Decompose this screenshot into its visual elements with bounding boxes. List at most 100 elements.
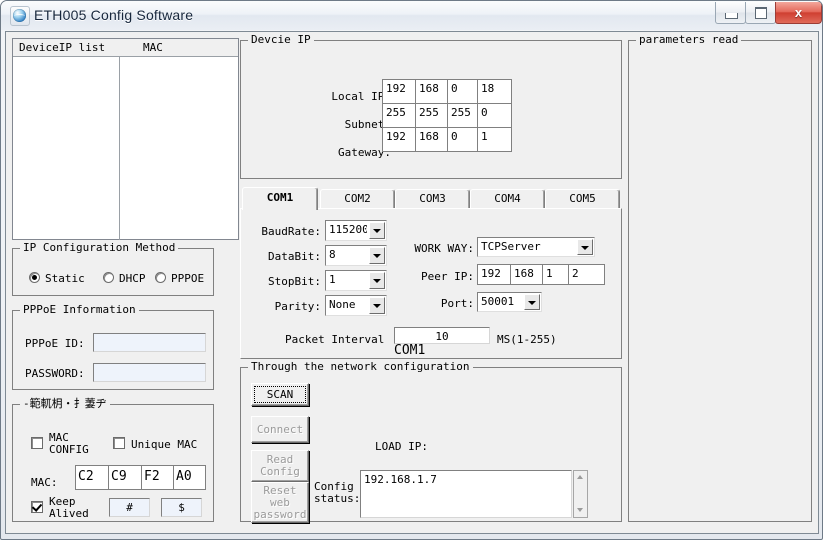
mac-octet-2[interactable]: C9 <box>109 466 141 489</box>
radio-dhcp-label: DHCP <box>119 272 146 285</box>
local-ip-label: Local IP: <box>331 90 391 103</box>
network-configuration-group: Through the network configuration SCAN C… <box>240 361 622 523</box>
chevron-down-icon[interactable] <box>577 239 593 255</box>
radio-dhcp[interactable] <box>103 272 114 283</box>
mac-octet-1[interactable]: C2 <box>76 466 108 489</box>
gateway-octet-3[interactable]: 0 <box>449 129 476 150</box>
subnet-octet-3[interactable]: 255 <box>449 105 476 126</box>
device-list-col-ip: DeviceIP list <box>19 41 106 54</box>
chevron-down-icon[interactable] <box>369 222 385 239</box>
active-com-caption: COM1 <box>394 343 426 358</box>
mac-settings-legend: -範軏枂・扌萋ヂ <box>20 398 110 410</box>
databit-select[interactable]: 8 <box>325 245 387 266</box>
device-ip-grid: 192 168 0 18 255 255 255 0 192 168 0 1 <box>382 79 512 152</box>
peer-ip-octet-4[interactable]: 2 <box>570 266 603 283</box>
ip-configuration-method-group: IP Configuration Method Static DHCP PPPO… <box>12 242 214 296</box>
checkbox-mac-config-label: MAC CONFIG <box>49 431 89 456</box>
work-way-select[interactable]: TCPServer <box>477 237 595 257</box>
reset-web-password-button[interactable]: Reset web password <box>251 482 309 523</box>
subnet-octet-2[interactable]: 255 <box>417 105 446 126</box>
pppoe-id-input[interactable] <box>93 333 206 352</box>
radio-static[interactable] <box>29 272 40 283</box>
device-list-col-mac: MAC <box>143 41 163 54</box>
pppoe-legend: PPPoE Information <box>20 304 139 316</box>
pppoe-password-label: PASSWORD: <box>25 367 85 380</box>
dollar-button[interactable]: $ <box>161 498 202 517</box>
chevron-down-icon[interactable] <box>369 247 385 264</box>
stopbit-select[interactable]: 1 <box>325 270 387 291</box>
hash-button[interactable]: # <box>109 498 150 517</box>
databit-label: DataBit: <box>268 250 321 263</box>
app-globe-icon <box>10 6 30 26</box>
local-ip-octet-3[interactable]: 0 <box>449 81 476 102</box>
network-configuration-legend: Through the network configuration <box>248 361 473 373</box>
parity-select[interactable]: None <box>325 295 387 316</box>
local-ip-octet-2[interactable]: 168 <box>417 81 446 102</box>
gateway-octet-1[interactable]: 192 <box>384 129 414 150</box>
scan-button[interactable]: SCAN <box>251 383 309 406</box>
com-tab-control: COM1 COM2 COM3 COM4 COM5 BaudRate: 11520… <box>240 187 622 359</box>
local-ip-octet-1[interactable]: 192 <box>384 81 414 102</box>
baudrate-select[interactable]: 115200 <box>325 220 387 241</box>
scroll-down-icon[interactable] <box>574 504 587 517</box>
mac-octet-grid: C2 C9 F2 A0 <box>75 465 206 490</box>
close-icon: x <box>794 5 803 20</box>
mac-octet-4[interactable]: A0 <box>174 466 205 489</box>
maximize-button[interactable] <box>745 2 776 24</box>
baudrate-value: 115200 <box>329 223 367 236</box>
mac-octet-3[interactable]: F2 <box>142 466 173 489</box>
checkbox-mac-config[interactable] <box>31 437 43 449</box>
scroll-up-icon[interactable] <box>574 471 587 484</box>
chevron-down-icon[interactable] <box>369 272 385 289</box>
peer-ip-octet-1[interactable]: 192 <box>479 266 509 283</box>
mac-settings-group: -範軏枂・扌萋ヂ MAC CONFIG Unique MAC MAC: C2 C… <box>12 398 214 522</box>
pppoe-password-input[interactable] <box>93 363 206 382</box>
minimize-button[interactable] <box>715 2 746 24</box>
device-list[interactable]: DeviceIP list MAC <box>12 38 239 240</box>
config-status-label: Config status: <box>314 480 361 505</box>
window-title: ETH005 Config Software <box>34 7 194 23</box>
connect-button[interactable]: Connect <box>251 416 309 443</box>
tab-com5[interactable]: COM5 <box>545 189 620 209</box>
peer-ip-octet-2[interactable]: 168 <box>512 266 541 283</box>
read-config-button[interactable]: Read Config <box>251 450 309 482</box>
radio-pppoe-label: PPPOE <box>171 272 205 285</box>
gateway-octet-2[interactable]: 168 <box>417 129 446 150</box>
checkbox-keep-alived[interactable] <box>31 501 43 513</box>
tab-com3[interactable]: COM3 <box>395 189 470 209</box>
tab-com1[interactable]: COM1 <box>242 187 318 210</box>
tab-com4[interactable]: COM4 <box>470 189 545 209</box>
checkbox-keep-alived-label: Keep Alived <box>49 495 89 520</box>
parameters-read-content[interactable] <box>630 53 810 520</box>
gateway-octet-4[interactable]: 1 <box>479 129 510 150</box>
title-bar: ETH005 Config Software x <box>1 1 822 30</box>
client-area: DeviceIP list MAC IP Configuration Metho… <box>5 31 819 534</box>
parameters-read-legend: parameters read <box>636 34 742 46</box>
chevron-down-icon[interactable] <box>369 297 385 314</box>
local-ip-octet-4[interactable]: 18 <box>479 81 510 102</box>
stopbit-value: 1 <box>329 273 336 286</box>
config-status-scrollbar[interactable] <box>573 470 588 518</box>
application-window: ETH005 Config Software x DeviceIP list M… <box>0 0 823 540</box>
packet-interval-units: MS(1-255) <box>497 333 557 346</box>
subnet-octet-4[interactable]: 0 <box>479 105 510 126</box>
subnet-octet-1[interactable]: 255 <box>384 105 414 126</box>
com-tab-panel: BaudRate: 115200 DataBit: 8 StopBit: 1 P… <box>240 208 622 359</box>
subnet-label: Subnet: <box>344 118 391 131</box>
radio-pppoe[interactable] <box>155 272 166 283</box>
minimize-icon <box>716 2 745 23</box>
chevron-down-icon[interactable] <box>524 294 540 310</box>
device-ip-group: Devcie IP Local IP: Subnet: Gateway: 192… <box>240 34 622 179</box>
packet-interval-input[interactable]: 10 <box>394 327 490 344</box>
radio-static-label: Static <box>45 272 85 285</box>
checkbox-unique-mac-label: Unique MAC <box>131 438 198 451</box>
config-status-output[interactable]: 192.168.1.7 <box>360 470 572 518</box>
close-button[interactable]: x <box>775 2 822 24</box>
peer-ip-octet-3[interactable]: 1 <box>544 266 567 283</box>
maximize-icon <box>746 2 775 23</box>
tab-com2[interactable]: COM2 <box>320 189 395 209</box>
checkbox-unique-mac[interactable] <box>113 437 125 449</box>
port-select[interactable]: 50001 <box>477 292 542 312</box>
packet-interval-label: Packet Interval <box>285 333 385 346</box>
peer-ip-grid: 192 168 1 2 <box>477 264 605 285</box>
